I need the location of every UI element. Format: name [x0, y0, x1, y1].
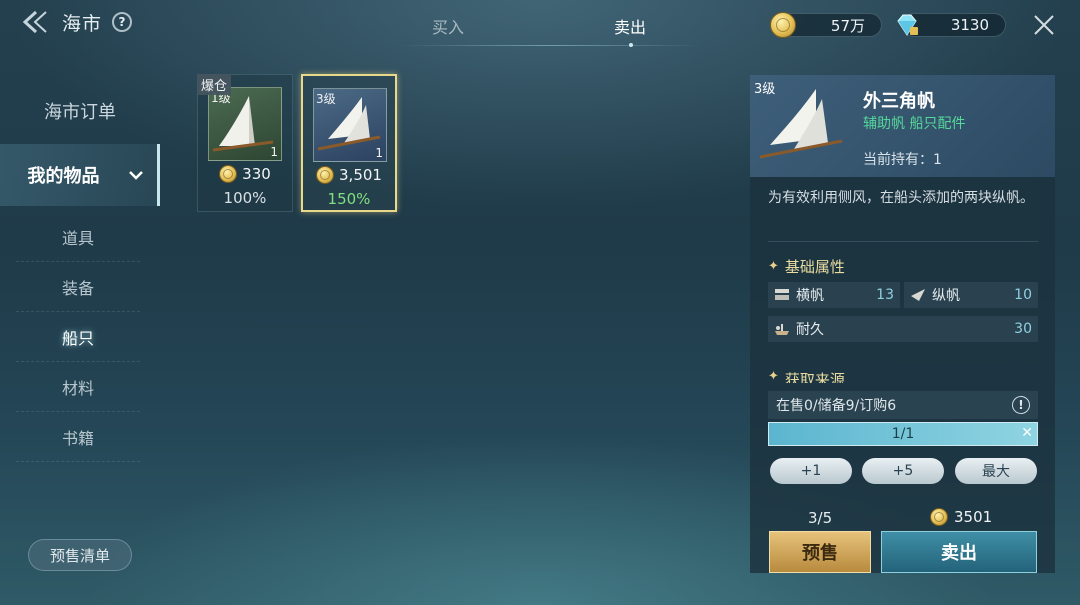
- detail-header: 3级 外三角帆 辅助帆 船只配件 当前持有：1: [750, 75, 1055, 177]
- attr-square-sail: 横帆 13: [768, 282, 900, 308]
- help-icon[interactable]: ?: [112, 12, 132, 32]
- attr-label: 纵帆: [932, 288, 960, 304]
- coin-icon: [930, 508, 948, 526]
- coin-icon: [219, 165, 238, 183]
- sidebar-item-books[interactable]: 书籍: [16, 412, 140, 462]
- quantity-value: 1/1: [891, 426, 915, 442]
- item-quantity: 1: [270, 145, 278, 159]
- sidebar-item-equipment[interactable]: 装备: [16, 262, 140, 312]
- detail-holding: 当前持有：1: [863, 152, 942, 168]
- fore-aft-sail-icon: [911, 289, 925, 301]
- add-one-button[interactable]: +1: [770, 458, 852, 484]
- presale-button[interactable]: 预售: [769, 531, 871, 573]
- max-button[interactable]: 最大: [955, 458, 1037, 484]
- square-sail-icon: [775, 289, 789, 300]
- back-arrow-icon: [22, 10, 47, 34]
- tab-active-indicator: [629, 43, 633, 47]
- tab-buy[interactable]: 买入: [432, 14, 464, 38]
- detail-item-name: 外三角帆: [863, 91, 935, 112]
- total-price-value: 3501: [954, 508, 993, 526]
- detail-level: 3级: [754, 82, 776, 97]
- overflow-badge: 爆仓: [197, 74, 232, 95]
- sidebar: 海市订单 我的物品 道具 装备 船只 材料 书籍: [0, 76, 160, 486]
- listing-count: 3/5: [808, 509, 833, 527]
- item-price-value: 330: [242, 165, 271, 183]
- item-card-selected[interactable]: 3级 1 3,501 150%: [301, 74, 397, 212]
- item-card[interactable]: 1级 1 爆仓 330 100%: [197, 74, 293, 212]
- market-status-text: 在售0/储备9/订购6: [776, 398, 897, 414]
- info-icon[interactable]: !: [1012, 396, 1030, 414]
- section-title-label: 获取来源: [784, 371, 845, 383]
- sell-button[interactable]: 卖出: [881, 531, 1037, 573]
- total-price: 3501: [930, 508, 992, 526]
- back-button[interactable]: [20, 8, 50, 36]
- durability-icon: [775, 324, 789, 335]
- close-icon[interactable]: [1032, 13, 1056, 37]
- item-level: 3级: [316, 92, 336, 106]
- coin-icon: [770, 12, 796, 38]
- page-title: 海市: [62, 13, 103, 35]
- sidebar-item-materials[interactable]: 材料: [16, 362, 140, 412]
- divider: [768, 241, 1038, 242]
- attr-label: 横帆: [796, 288, 824, 304]
- trade-tabs: 买入 卖出: [400, 0, 700, 47]
- sparkle-icon: ✦: [768, 259, 779, 274]
- item-price-percent: 100%: [223, 189, 267, 207]
- sidebar-item-ships[interactable]: 船只: [16, 312, 140, 362]
- item-price-percent: 150%: [327, 190, 371, 208]
- item-detail-panel: 3级 外三角帆 辅助帆 船只配件 当前持有：1 为有效利用侧风，在船头添加的两块…: [750, 75, 1055, 573]
- coin-balance-value: 57万: [830, 16, 865, 35]
- presale-list-button[interactable]: 预售清单: [28, 539, 132, 571]
- attr-value: 10: [1014, 287, 1032, 303]
- item-thumbnail: 1级 1: [208, 87, 282, 161]
- item-price: 330: [198, 165, 292, 183]
- attr-fore-aft-sail: 纵帆 10: [904, 282, 1038, 308]
- diamond-icon: [897, 14, 918, 36]
- gem-balance-value: 3130: [950, 16, 989, 34]
- add-five-button[interactable]: +5: [862, 458, 944, 484]
- sparkle-icon: ✦: [768, 369, 779, 383]
- quantity-slider[interactable]: 1/1 ✕: [768, 422, 1038, 446]
- tab-sell[interactable]: 卖出: [614, 14, 646, 38]
- attr-durability: 耐久 30: [768, 316, 1038, 342]
- attr-value: 13: [876, 287, 894, 303]
- section-sources: ✦ 获取来源: [768, 369, 845, 383]
- item-thumbnail: 3级 1: [313, 88, 387, 162]
- market-status: 在售0/储备9/订购6 !: [768, 391, 1038, 419]
- tab-divider: [400, 45, 700, 46]
- detail-description: 为有效利用侧风，在船头添加的两块纵帆。: [768, 190, 1034, 206]
- clear-icon[interactable]: ✕: [1021, 425, 1033, 441]
- coin-icon: [316, 166, 335, 184]
- chevron-down-icon: [129, 171, 143, 180]
- sidebar-item-label: 我的物品: [27, 166, 100, 187]
- sidebar-item-my-items[interactable]: 我的物品: [0, 144, 160, 206]
- item-price-value: 3,501: [339, 166, 382, 184]
- item-price: 3,501: [303, 166, 395, 184]
- sidebar-item-props[interactable]: 道具: [16, 212, 140, 262]
- detail-item-type: 辅助帆 船只配件: [863, 116, 966, 132]
- sidebar-item-market-orders[interactable]: 海市订单: [0, 80, 160, 142]
- section-title-label: 基础属性: [784, 258, 845, 276]
- attr-label: 耐久: [796, 322, 824, 338]
- attr-value: 30: [1014, 321, 1032, 337]
- section-basic-attributes: ✦ 基础属性: [768, 256, 845, 277]
- item-quantity: 1: [375, 146, 383, 160]
